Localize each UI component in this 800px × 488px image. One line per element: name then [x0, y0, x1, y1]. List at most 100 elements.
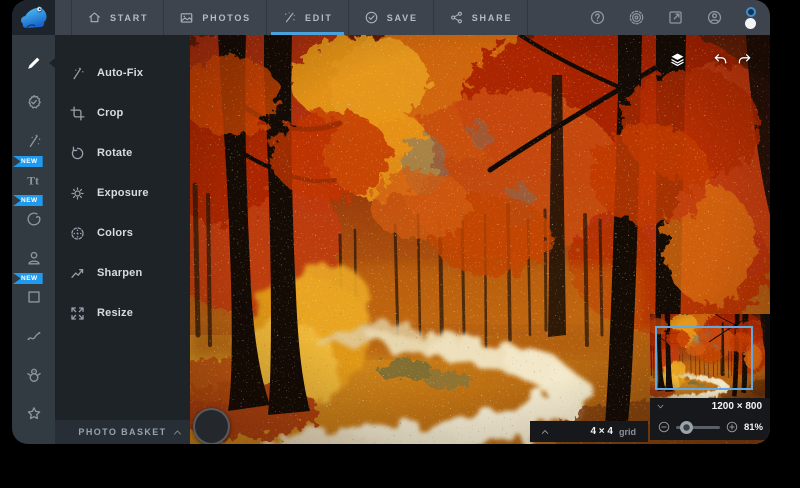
- photo-canvas[interactable]: 4 × 4 grid 1200 × 800 81%: [190, 35, 770, 444]
- new-badge: NEW: [13, 195, 43, 206]
- rail-item-curves[interactable]: [12, 316, 55, 355]
- grid-settings-bar[interactable]: 4 × 4 grid: [530, 421, 648, 442]
- app-logo[interactable]: [12, 0, 55, 35]
- panel-item-sharpen[interactable]: Sharpen: [55, 253, 190, 293]
- account-icon[interactable]: [706, 9, 723, 26]
- desktop-background: START PHOTOS EDIT SAVE SHARE NEW Tt NEW …: [0, 0, 800, 488]
- rail-item-paint[interactable]: NEW: [12, 195, 55, 238]
- photo-basket-bar[interactable]: PHOTO BASKET: [55, 420, 190, 444]
- frame-icon: [25, 288, 43, 306]
- zoom-out-icon[interactable]: [657, 420, 671, 434]
- tab-share-label: SHARE: [471, 12, 513, 23]
- panel-item-crop[interactable]: Crop: [55, 93, 190, 133]
- undo-icon[interactable]: [712, 51, 729, 68]
- navigator-thumbnail[interactable]: [650, 314, 770, 398]
- panel-item-label: Exposure: [97, 187, 149, 199]
- snowman-icon: [25, 366, 43, 384]
- top-bar: START PHOTOS EDIT SAVE SHARE: [12, 0, 770, 35]
- curve-icon: [25, 327, 43, 345]
- panel-item-autofix[interactable]: Auto-Fix: [55, 53, 190, 93]
- avatar-status-dot: [745, 6, 756, 17]
- navigator-info-bar: 1200 × 800: [650, 398, 770, 414]
- rail-item-portrait[interactable]: [12, 238, 55, 277]
- panel-item-label: Rotate: [97, 147, 133, 159]
- image-dimensions: 1200 × 800: [711, 400, 762, 412]
- panel-item-label: Resize: [97, 307, 134, 319]
- tab-share[interactable]: SHARE: [432, 0, 529, 35]
- photos-icon: [179, 10, 194, 25]
- tab-start-label: START: [110, 12, 149, 23]
- avatar-face-dot: [745, 17, 756, 29]
- panel-item-exposure[interactable]: Exposure: [55, 173, 190, 213]
- grid-size-value: 4 × 4: [590, 426, 613, 437]
- chevron-up-icon[interactable]: [172, 427, 183, 438]
- save-check-icon: [364, 10, 379, 25]
- redo-icon[interactable]: [736, 51, 753, 68]
- new-badge: NEW: [13, 156, 43, 167]
- person-icon: [25, 249, 43, 267]
- paint-swirl-icon: [25, 210, 43, 228]
- chevron-down-icon[interactable]: [656, 402, 665, 411]
- frog-logo-icon: [19, 4, 49, 31]
- panel-item-colors[interactable]: Colors: [55, 213, 190, 253]
- rail-item-favorites[interactable]: [12, 394, 55, 433]
- svg-text:Tt: Tt: [27, 174, 39, 187]
- tab-save[interactable]: SAVE: [347, 0, 433, 35]
- grid-label: grid: [619, 426, 636, 437]
- exposure-icon: [69, 185, 86, 202]
- rail-item-touchup[interactable]: [12, 82, 55, 121]
- panel-item-label: Auto-Fix: [97, 67, 144, 79]
- main-menu: START PHOTOS EDIT SAVE SHARE: [71, 0, 529, 35]
- app-window: START PHOTOS EDIT SAVE SHARE NEW Tt NEW …: [12, 0, 770, 444]
- help-icon[interactable]: [589, 9, 606, 26]
- tool-rail: NEW Tt NEW NEW: [12, 35, 55, 444]
- colors-icon: [69, 225, 86, 242]
- tab-photos-label: PHOTOS: [202, 12, 251, 23]
- panel-item-resize[interactable]: Resize: [55, 293, 190, 333]
- rail-item-edit[interactable]: [12, 43, 55, 82]
- photo-basket-label: PHOTO BASKET: [78, 427, 167, 437]
- tab-start[interactable]: START: [71, 0, 163, 35]
- text-tool-icon: Tt: [25, 171, 43, 189]
- preview-orb-button[interactable]: [193, 408, 230, 444]
- verified-badge-icon: [25, 93, 43, 111]
- panel-item-label: Sharpen: [97, 267, 143, 279]
- zoom-percent: 81%: [743, 421, 763, 433]
- share-icon: [449, 10, 464, 25]
- rotate-icon: [69, 145, 86, 162]
- rail-item-text[interactable]: NEW Tt: [12, 156, 55, 199]
- tab-edit-label: EDIT: [305, 12, 333, 23]
- zoom-slider[interactable]: [676, 420, 720, 434]
- avatar[interactable]: [745, 6, 756, 29]
- effects-wand-icon: [25, 132, 43, 150]
- edit-tools-panel: Auto-Fix Crop Rotate Exposure Colors Sha…: [55, 35, 190, 444]
- top-bar-actions: [589, 0, 770, 35]
- tab-save-label: SAVE: [386, 12, 418, 23]
- zoom-slider-handle[interactable]: [680, 420, 694, 434]
- fullscreen-icon[interactable]: [667, 9, 684, 26]
- rail-item-frames[interactable]: NEW: [12, 273, 55, 316]
- pencil-icon: [25, 54, 43, 72]
- tab-photos[interactable]: PHOTOS: [163, 0, 266, 35]
- zoom-bar: 81%: [650, 414, 770, 440]
- new-badge: NEW: [13, 273, 43, 284]
- autofix-icon: [69, 65, 86, 82]
- crop-icon: [69, 105, 86, 122]
- star-icon: [25, 405, 43, 423]
- panel-item-rotate[interactable]: Rotate: [55, 133, 190, 173]
- layers-icon[interactable]: [669, 51, 686, 68]
- rail-item-seasonal[interactable]: [12, 355, 55, 394]
- sharpen-icon: [69, 265, 86, 282]
- premium-badge-icon[interactable]: [628, 9, 645, 26]
- edit-wand-icon: [282, 10, 297, 25]
- home-icon: [87, 10, 102, 25]
- panel-item-label: Colors: [97, 227, 134, 239]
- zoom-in-icon[interactable]: [725, 420, 739, 434]
- rail-item-effects[interactable]: [12, 121, 55, 160]
- chevron-up-icon[interactable]: [540, 427, 550, 437]
- resize-icon: [69, 305, 86, 322]
- tab-edit[interactable]: EDIT: [266, 0, 348, 35]
- navigator-viewport-rect[interactable]: [655, 326, 753, 390]
- navigator-panel: 1200 × 800 81%: [650, 314, 770, 440]
- canvas-toolbar: [669, 51, 753, 68]
